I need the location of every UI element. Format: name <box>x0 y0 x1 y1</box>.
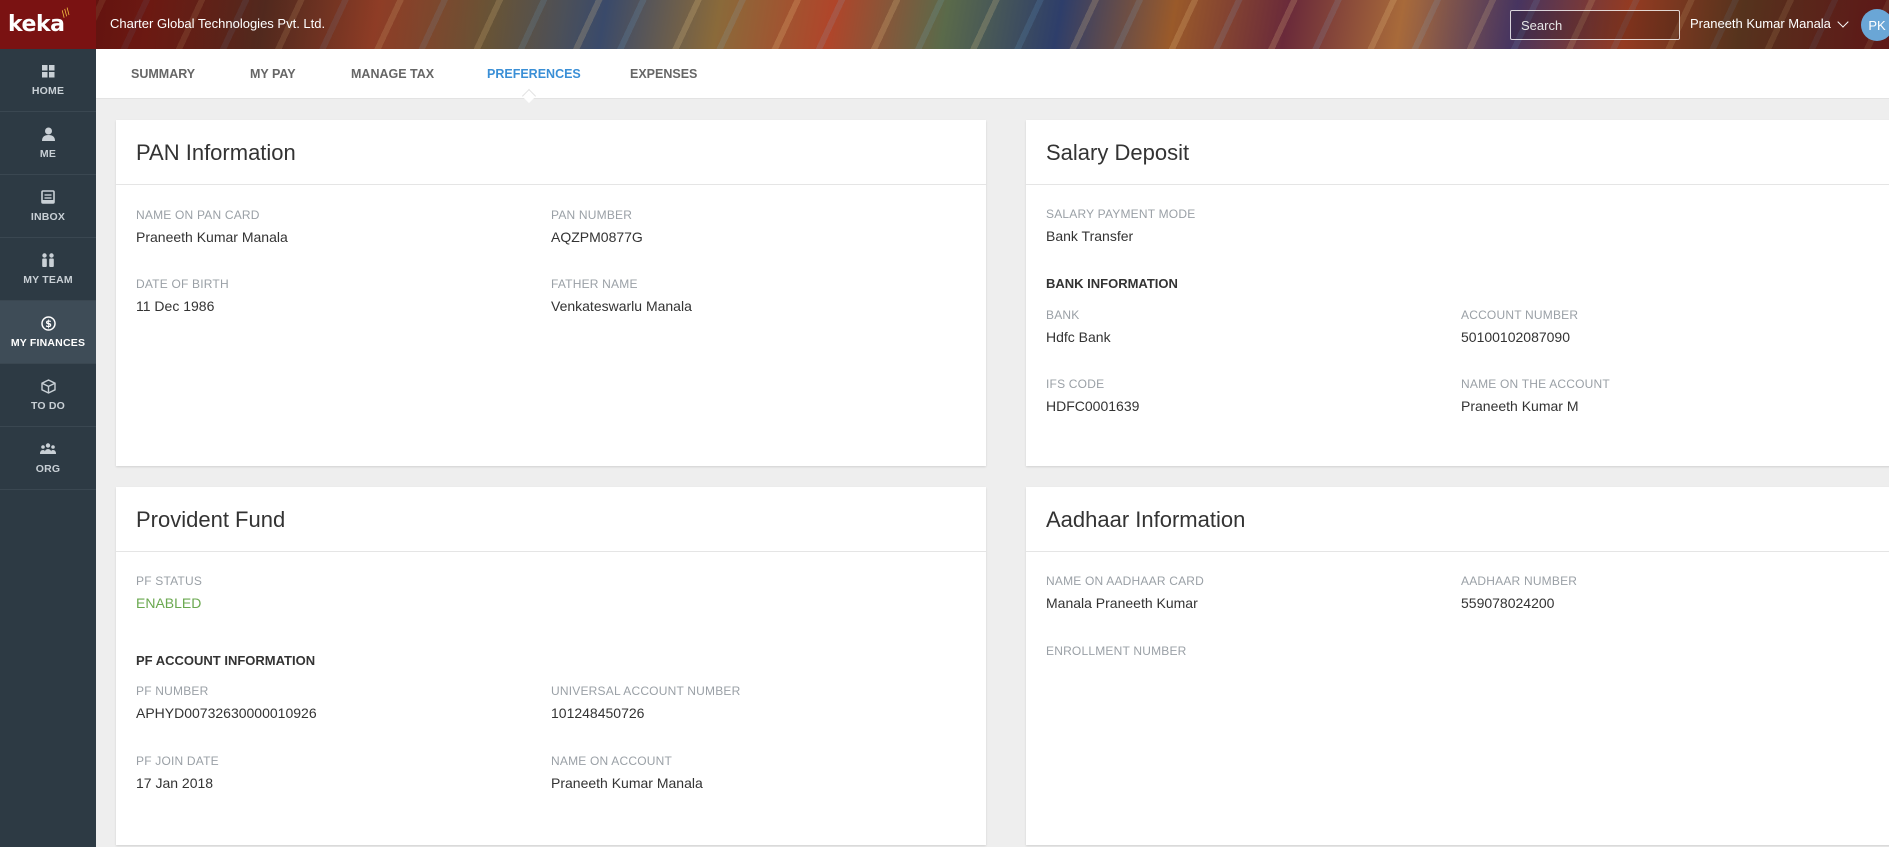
user-menu[interactable]: Praneeth Kumar Manala <box>1690 15 1849 31</box>
tab-preferences[interactable]: PREFERENCES <box>487 49 581 99</box>
father-name-field: FATHER NAME Venkateswarlu Manala <box>551 277 692 314</box>
sidebar-item-my-team[interactable]: MY TEAM <box>0 238 96 301</box>
field-value: Praneeth Kumar Manala <box>136 229 288 245</box>
field-value: HDFC0001639 <box>1046 398 1140 414</box>
sidebar-item-label: INBOX <box>30 211 66 223</box>
sidebar-item-me[interactable]: ME <box>0 112 96 175</box>
svg-text:$: $ <box>45 319 52 330</box>
field-label: IFS CODE <box>1046 377 1105 391</box>
field-label: DATE OF BIRTH <box>136 277 229 291</box>
chevron-down-icon <box>1837 15 1849 28</box>
field-label: NAME ON PAN CARD <box>136 208 260 222</box>
pan-information-card: PAN Information NAME ON PAN CARD Praneet… <box>116 120 986 466</box>
org-icon <box>40 441 56 457</box>
aadhaar-information-card: Aadhaar Information NAME ON AADHAAR CARD… <box>1026 487 1889 845</box>
salary-deposit-card: Salary Deposit SALARY PAYMENT MODE Bank … <box>1026 120 1889 466</box>
field-label: PF STATUS <box>136 574 203 588</box>
tab-my-pay[interactable]: MY PAY <box>250 49 296 99</box>
tab-summary[interactable]: SUMMARY <box>131 49 195 99</box>
logo-text: keka <box>8 12 65 37</box>
home-grid-icon <box>40 63 56 79</box>
ifs-code-field: IFS CODE HDFC0001639 <box>1046 377 1139 414</box>
field-value: Venkateswarlu Manala <box>551 298 692 314</box>
uan-field: UNIVERSAL ACCOUNT NUMBER 101248450726 <box>551 684 741 721</box>
sidebar-item-label: ORG <box>35 463 61 475</box>
field-label: NAME ON AADHAAR CARD <box>1046 574 1205 588</box>
pf-join-date-field: PF JOIN DATE 17 Jan 2018 <box>136 754 219 791</box>
tab-expenses[interactable]: EXPENSES <box>630 49 697 99</box>
sidebar-item-label: MY TEAM <box>23 274 73 286</box>
field-value: Praneeth Kumar Manala <box>551 775 703 791</box>
card-title: Aadhaar Information <box>1026 487 1889 552</box>
field-value: AQZPM0877G <box>551 229 643 245</box>
sidebar-item-to-do[interactable]: TO DO <box>0 364 96 427</box>
enrollment-number-field: ENROLLMENT NUMBER <box>1046 644 1187 658</box>
account-number-field: ACCOUNT NUMBER 50100102087090 <box>1461 308 1578 345</box>
field-value: Hdfc Bank <box>1046 329 1111 345</box>
field-value: Manala Praneeth Kumar <box>1046 595 1198 611</box>
field-label: UNIVERSAL ACCOUNT NUMBER <box>551 684 741 698</box>
field-label: ACCOUNT NUMBER <box>1461 308 1579 322</box>
tab-bar: SUMMARY MY PAY MANAGE TAX PREFERENCES EX… <box>96 49 1889 99</box>
sidebar-item-inbox[interactable]: INBOX <box>0 175 96 238</box>
field-value: APHYD00732630000010926 <box>136 705 317 721</box>
sidebar-item-org[interactable]: ORG <box>0 427 96 490</box>
field-label: PAN NUMBER <box>551 208 633 222</box>
card-title: Provident Fund <box>116 487 986 552</box>
pan-name-field: NAME ON PAN CARD Praneeth Kumar Manala <box>136 208 288 245</box>
company-name: Charter Global Technologies Pvt. Ltd. <box>110 16 326 31</box>
field-label: SALARY PAYMENT MODE <box>1046 207 1196 221</box>
person-icon <box>40 126 56 142</box>
field-value: 559078024200 <box>1461 595 1555 611</box>
field-label: FATHER NAME <box>551 277 638 291</box>
dollar-icon: $ <box>40 315 56 331</box>
field-value: Bank Transfer <box>1046 228 1134 244</box>
sidebar-item-home[interactable]: HOME <box>0 49 96 112</box>
field-label: NAME ON ACCOUNT <box>551 754 673 768</box>
sidebar-item-label: ME <box>39 148 57 160</box>
field-value: 101248450726 <box>551 705 645 721</box>
pf-status-field: PF STATUS ENABLED <box>136 574 202 611</box>
field-value: 17 Jan 2018 <box>136 775 214 791</box>
pf-account-name-field: NAME ON ACCOUNT Praneeth Kumar Manala <box>551 754 703 791</box>
field-label: BANK <box>1046 308 1080 322</box>
field-label: NAME ON THE ACCOUNT <box>1461 377 1610 391</box>
status-value: ENABLED <box>136 595 202 611</box>
provident-fund-card: Provident Fund PF STATUS ENABLED PF ACCO… <box>116 487 986 845</box>
sidebar-item-label: HOME <box>31 85 65 97</box>
bank-information-heading: BANK INFORMATION <box>1046 276 1178 291</box>
field-value: Praneeth Kumar M <box>1461 398 1579 414</box>
aadhaar-number-field: AADHAAR NUMBER 559078024200 <box>1461 574 1577 611</box>
field-value: 50100102087090 <box>1461 329 1571 345</box>
tab-manage-tax[interactable]: MANAGE TAX <box>351 49 434 99</box>
user-name: Praneeth Kumar Manala <box>1690 16 1831 31</box>
pf-number-field: PF NUMBER APHYD00732630000010926 <box>136 684 317 721</box>
inbox-icon <box>40 189 56 205</box>
box-icon <box>40 378 56 394</box>
aadhaar-name-field: NAME ON AADHAAR CARD Manala Praneeth Kum… <box>1046 574 1204 611</box>
salary-payment-mode-field: SALARY PAYMENT MODE Bank Transfer <box>1046 207 1195 244</box>
pan-number-field: PAN NUMBER AQZPM0877G <box>551 208 643 245</box>
account-name-field: NAME ON THE ACCOUNT Praneeth Kumar M <box>1461 377 1610 414</box>
keka-logo[interactable]: keka /// <box>0 0 96 49</box>
search-input[interactable] <box>1510 10 1680 40</box>
field-label: ENROLLMENT NUMBER <box>1046 644 1187 658</box>
avatar[interactable]: PK <box>1861 9 1889 41</box>
sidebar-item-label: MY FINANCES <box>10 337 86 349</box>
pf-account-information-heading: PF ACCOUNT INFORMATION <box>136 653 316 668</box>
dob-field: DATE OF BIRTH 11 Dec 1986 <box>136 277 229 314</box>
field-label: PF NUMBER <box>136 684 209 698</box>
card-title: PAN Information <box>116 120 986 185</box>
card-title: Salary Deposit <box>1026 120 1889 185</box>
field-label: AADHAAR NUMBER <box>1461 574 1578 588</box>
sidebar-item-my-finances[interactable]: $ MY FINANCES <box>0 301 96 364</box>
field-value: 11 Dec 1986 <box>136 298 215 314</box>
field-label: PF JOIN DATE <box>136 754 219 768</box>
bank-field: BANK Hdfc Bank <box>1046 308 1111 345</box>
sidebar: HOME ME INBOX MY TEAM $ MY FINANCES TO D… <box>0 49 96 847</box>
team-icon <box>40 252 56 268</box>
sidebar-item-label: TO DO <box>30 400 66 412</box>
